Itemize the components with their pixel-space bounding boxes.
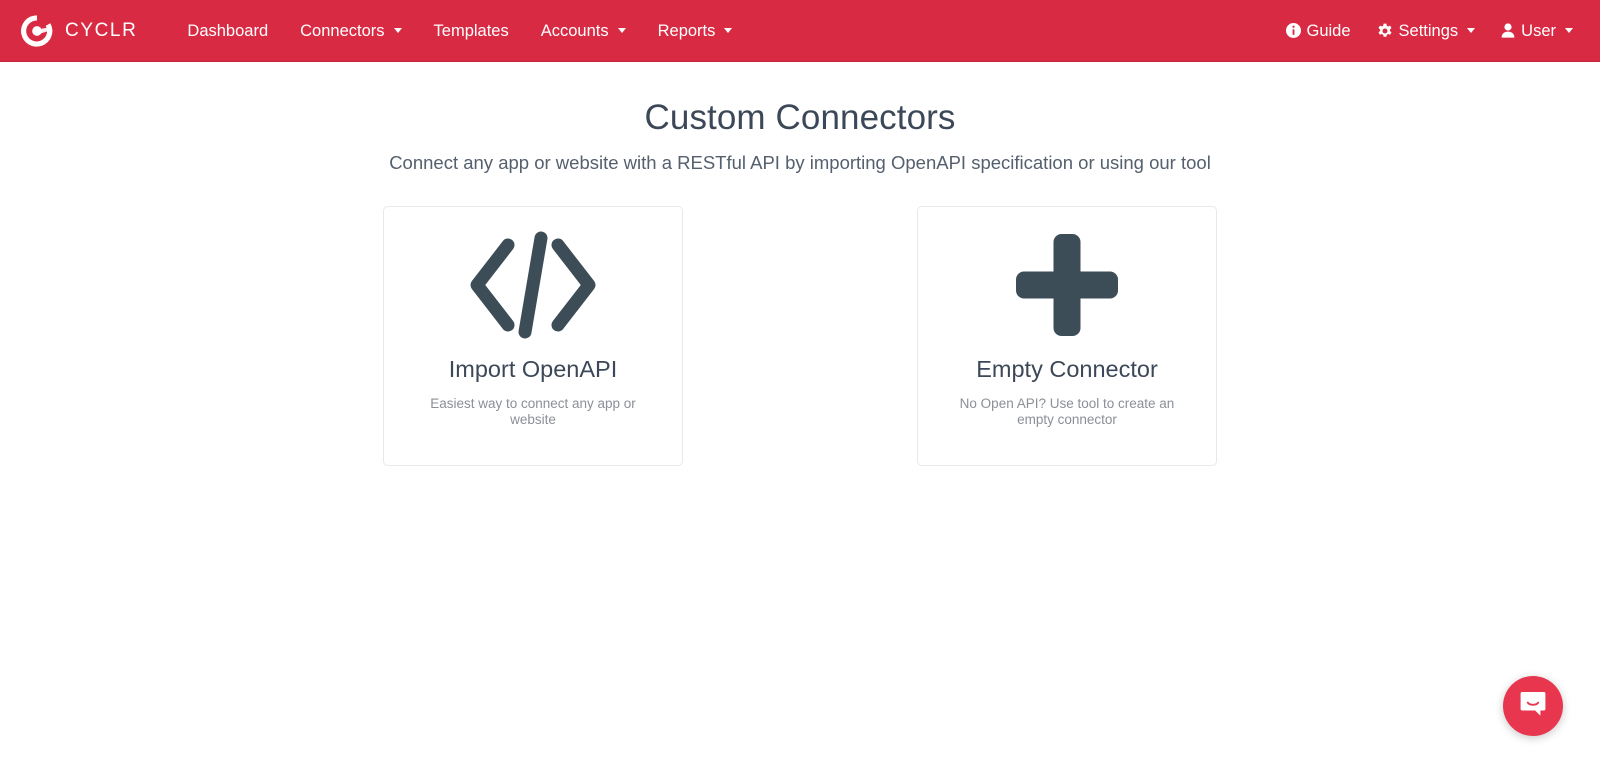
connector-option-cards: Import OpenAPI Easiest way to connect an…	[0, 206, 1600, 466]
top-navbar: CYCLR Dashboard Connectors Templates Acc…	[0, 0, 1600, 62]
page-subtitle: Connect any app or website with a RESTfu…	[389, 152, 1211, 173]
intercom-launcher-button[interactable]	[1503, 676, 1563, 736]
nav-label-accounts: Accounts	[540, 21, 609, 40]
nav-item-accounts[interactable]: Accounts	[525, 0, 642, 62]
chevron-down-icon	[617, 28, 626, 33]
nav-label-reports: Reports	[657, 21, 716, 40]
nav-item-settings[interactable]: Settings	[1364, 0, 1489, 62]
chevron-down-icon	[1467, 28, 1476, 33]
brand-name: CYCLR	[65, 19, 138, 41]
card-description-import-openapi: Easiest way to connect any app or websit…	[430, 396, 636, 428]
secondary-nav: Guide Settings User	[1273, 0, 1587, 62]
nav-label-settings: Settings	[1398, 21, 1459, 40]
gear-icon	[1377, 23, 1393, 39]
card-description-empty-connector: No Open API? Use tool to create an empty…	[959, 396, 1175, 428]
nav-label-guide: Guide	[1306, 21, 1351, 40]
chevron-down-icon	[1565, 28, 1573, 33]
nav-item-connectors[interactable]: Connectors	[284, 0, 417, 62]
nav-label-user: User	[1521, 21, 1556, 40]
plus-icon	[1015, 215, 1119, 355]
code-brackets-icon	[467, 215, 599, 355]
cyclr-logo-icon	[18, 12, 56, 50]
nav-item-reports[interactable]: Reports	[642, 0, 749, 62]
card-import-openapi[interactable]: Import OpenAPI Easiest way to connect an…	[383, 206, 683, 466]
info-circle-icon	[1285, 23, 1301, 38]
nav-label-dashboard: Dashboard	[187, 21, 269, 40]
nav-label-templates: Templates	[433, 21, 509, 40]
chat-bubble-icon	[1518, 689, 1548, 724]
chevron-down-icon	[393, 28, 402, 33]
nav-label-connectors: Connectors	[300, 21, 385, 40]
nav-item-dashboard[interactable]: Dashboard	[171, 0, 284, 62]
primary-nav: Dashboard Connectors Templates Accounts …	[171, 0, 748, 62]
brand-logo-link[interactable]: CYCLR	[10, 0, 145, 62]
user-icon	[1501, 23, 1515, 38]
nav-item-user[interactable]: User	[1488, 0, 1586, 62]
nav-item-guide[interactable]: Guide	[1273, 0, 1364, 62]
card-title-empty-connector: Empty Connector	[976, 356, 1158, 382]
nav-item-templates[interactable]: Templates	[418, 0, 525, 62]
card-empty-connector[interactable]: Empty Connector No Open API? Use tool to…	[917, 206, 1217, 466]
chevron-down-icon	[724, 28, 733, 33]
card-title-import-openapi: Import OpenAPI	[448, 356, 618, 382]
page-title: Custom Connectors	[644, 98, 956, 137]
page-content: Custom Connectors Connect any app or web…	[0, 62, 1600, 758]
